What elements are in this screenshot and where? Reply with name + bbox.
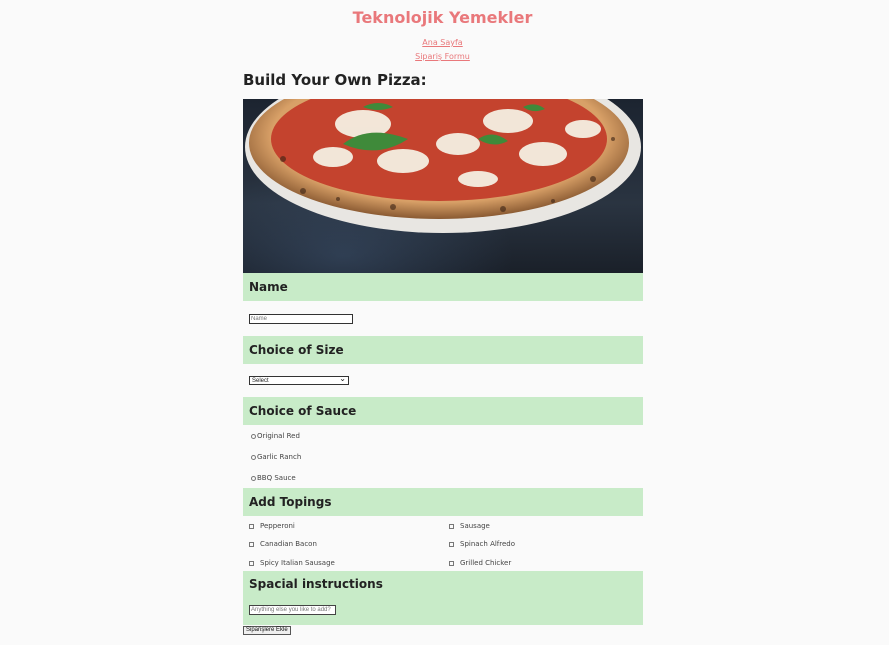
radio-icon[interactable] [251,433,256,439]
checkbox-icon[interactable] [249,523,254,529]
topping-canadian-bacon[interactable]: Canadian Bacon [249,539,317,549]
checkbox-icon[interactable] [449,523,454,529]
special-instructions-input[interactable]: Anything else you like to add? [249,605,336,615]
checkbox-icon[interactable] [449,560,454,566]
topping-sausage[interactable]: Sausage [449,521,490,531]
section-header-toppings: Add Topings [243,488,643,516]
pizza-illustration [245,99,641,233]
topping-pepperoni[interactable]: Pepperoni [249,521,295,531]
sauce-option-bbq[interactable]: BBQ Sauce [251,473,296,483]
section-header-size: Choice of Size [243,336,643,364]
checkbox-icon[interactable] [249,541,254,547]
sauce-option-original-red[interactable]: Original Red [251,431,300,441]
nav-links: Ana Sayfa Sipariş Formu [0,36,885,64]
topping-label: Spinach Alfredo [460,540,516,548]
topping-label: Canadian Bacon [260,540,317,548]
topping-label: Spicy Italian Sausage [260,559,335,567]
special-instructions-section: Spacial instructions Anything else you l… [243,571,643,625]
checkbox-icon[interactable] [449,541,454,547]
pizza-photo [243,99,643,273]
site-title: Teknolojik Yemekler [352,8,533,27]
topping-spicy-italian-sausage[interactable]: Spicy Italian Sausage [249,558,335,568]
sauce-label: Original Red [257,432,300,440]
radio-icon[interactable] [251,454,256,460]
size-select-value: Select [252,378,269,384]
chevron-down-icon: ⌄ [339,374,346,383]
sauce-label: BBQ Sauce [257,474,296,482]
add-to-orders-button[interactable]: Siparişlere Ekle [243,626,291,635]
page-title: Build Your Own Pizza: [243,71,427,89]
topping-label: Pepperoni [260,522,295,530]
nav-link-order-form[interactable]: Sipariş Formu [0,50,885,64]
checkbox-icon[interactable] [249,560,254,566]
radio-icon[interactable] [251,475,256,481]
topping-label: Sausage [460,522,490,530]
section-header-instructions: Spacial instructions [249,577,383,591]
size-select[interactable]: Select ⌄ [249,374,349,385]
nav-link-home[interactable]: Ana Sayfa [0,36,885,50]
topping-label: Grilled Chicker [460,559,512,567]
name-input[interactable] [249,314,353,324]
section-header-name: Name [243,273,643,301]
sauce-option-garlic-ranch[interactable]: Garlic Ranch [251,452,301,462]
sauce-label: Garlic Ranch [257,453,302,461]
section-header-sauce: Choice of Sauce [243,397,643,425]
topping-grilled-chicken[interactable]: Grilled Chicker [449,558,511,568]
topping-spinach-alfredo[interactable]: Spinach Alfredo [449,539,515,549]
